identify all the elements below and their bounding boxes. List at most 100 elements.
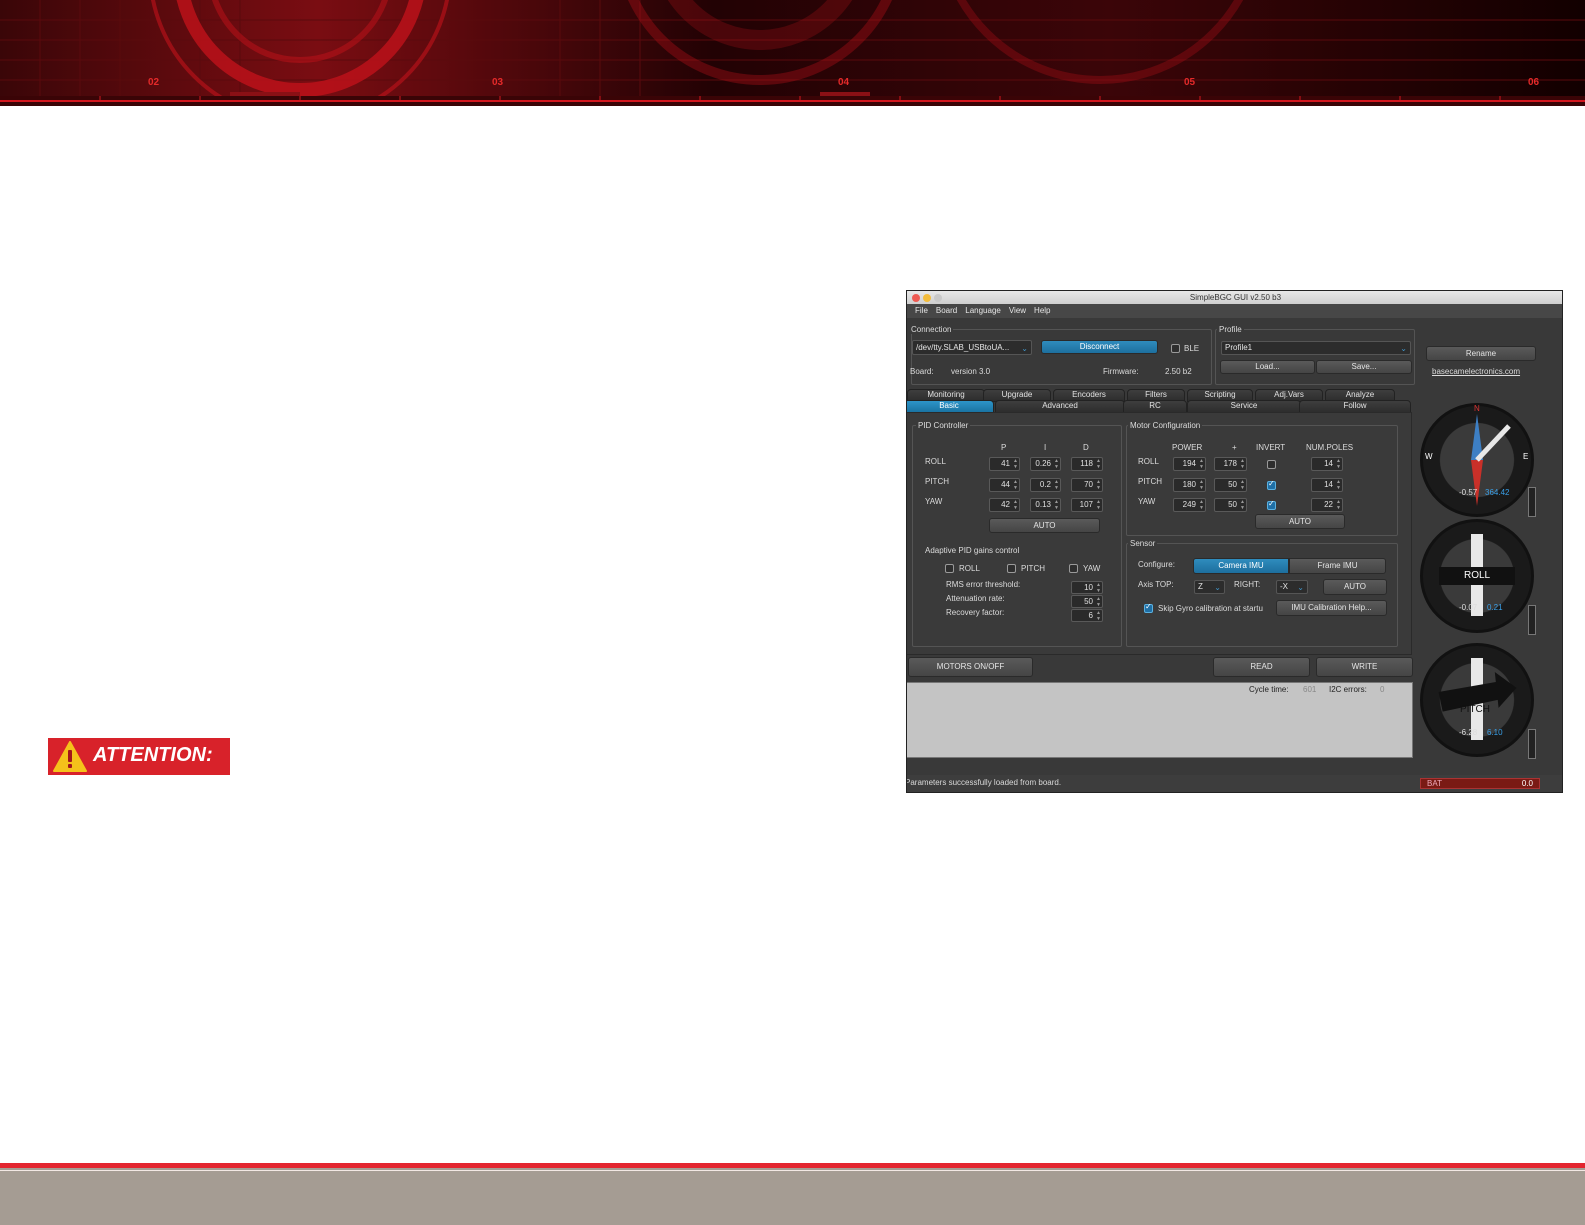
pitch-poles-spinner[interactable]: 14 ▲ ▼ xyxy=(1311,478,1343,492)
roll-power-spinner[interactable]: 194 ▲ ▼ xyxy=(1173,457,1206,471)
basecam-link[interactable]: basecamelectronics.com xyxy=(1432,367,1520,376)
adaptive-yaw-checkbox[interactable] xyxy=(1069,564,1078,573)
motors-on-off-button[interactable]: MOTORS ON/OFF xyxy=(908,657,1033,677)
pitch-power-spinner[interactable]: 180 ▲ ▼ xyxy=(1173,478,1206,492)
status-bar: Parameters successfully loaded from boar… xyxy=(907,775,1562,792)
axis-top-value: Z xyxy=(1198,582,1203,591)
roll-poles-spinner[interactable]: 14 ▲ ▼ xyxy=(1311,457,1343,471)
roll-p-spinner[interactable]: 41 ▲ ▼ xyxy=(989,457,1020,471)
roll-label: ROLL xyxy=(1464,570,1491,581)
window-title: SimpleBGC GUI v2.50 b3 xyxy=(1189,293,1282,302)
save-button[interactable]: Save... xyxy=(1316,360,1412,374)
footer-bar xyxy=(0,1163,1585,1225)
firmware-value: 2.50 b2 xyxy=(1165,367,1192,376)
roll-i-spinner[interactable]: 0.26 ▲ ▼ xyxy=(1030,457,1061,471)
right-select[interactable]: -X ⌄ xyxy=(1276,580,1308,594)
pitch-invert-checkbox[interactable] xyxy=(1267,479,1276,490)
banner-number: 06 xyxy=(1528,77,1540,88)
yaw-power-spinner[interactable]: 249 ▲ ▼ xyxy=(1173,498,1206,512)
board-value: version 3.0 xyxy=(951,367,991,376)
banner-number: 04 xyxy=(838,77,850,88)
spinner-value: 50 xyxy=(1228,480,1237,489)
yaw-d-spinner[interactable]: 107 ▲ ▼ xyxy=(1071,498,1103,512)
port-select[interactable]: /dev/tty.SLAB_USBtoUA... ⌄ xyxy=(912,340,1032,355)
menu-view[interactable]: View xyxy=(1009,306,1026,315)
recovery-spinner[interactable]: 6 ▲ ▼ xyxy=(1071,609,1103,622)
spinner-value: 50 xyxy=(1228,500,1237,509)
spinner-arrows-icon: ▲ ▼ xyxy=(1054,458,1059,470)
yaw-p-spinner[interactable]: 42 ▲ ▼ xyxy=(989,498,1020,512)
pid-header-i: I xyxy=(1044,443,1047,452)
ble-checkbox[interactable] xyxy=(1171,344,1180,353)
spinner-value: 180 xyxy=(1182,480,1196,489)
cycle-time-value: 601 xyxy=(1303,685,1317,694)
yaw-plus-spinner[interactable]: 50 ▲ ▼ xyxy=(1214,498,1247,512)
spinner-arrows-icon: ▲ ▼ xyxy=(1013,499,1018,511)
menu-board[interactable]: Board xyxy=(936,306,957,315)
recovery-label: Recovery factor: xyxy=(946,608,1005,617)
right-value: -X xyxy=(1280,582,1288,591)
roll-value-1: -0.07 xyxy=(1459,603,1478,612)
pid-row-label: YAW xyxy=(925,497,943,506)
footer-divider xyxy=(0,1170,1585,1171)
chevron-down-icon: ⌄ xyxy=(1021,344,1028,353)
motor-header-invert: INVERT xyxy=(1256,443,1286,452)
motor-header-plus: + xyxy=(1232,443,1237,452)
axis-top-select[interactable]: Z ⌄ xyxy=(1194,580,1225,594)
pid-auto-button[interactable]: AUTO xyxy=(989,518,1100,533)
write-button[interactable]: WRITE xyxy=(1316,657,1413,677)
spinner-arrows-icon: ▲ ▼ xyxy=(1336,479,1341,491)
battery-indicator: BAT 0.0 xyxy=(1420,778,1540,789)
pitch-level-bar xyxy=(1528,729,1536,759)
spinner-value: 44 xyxy=(1001,480,1010,489)
read-button[interactable]: READ xyxy=(1213,657,1310,677)
configure-label: Configure: xyxy=(1138,560,1175,569)
pid-row-label: ROLL xyxy=(925,457,946,466)
pitch-d-spinner[interactable]: 70 ▲ ▼ xyxy=(1071,478,1103,492)
spinner-value: 14 xyxy=(1324,480,1333,489)
yaw-i-spinner[interactable]: 0.13 ▲ ▼ xyxy=(1030,498,1061,512)
spinner-value: 118 xyxy=(1080,459,1093,468)
pitch-plus-spinner[interactable]: 50 ▲ ▼ xyxy=(1214,478,1247,492)
profile-select[interactable]: Profile1 ⌄ xyxy=(1221,341,1411,355)
pitch-p-spinner[interactable]: 44 ▲ ▼ xyxy=(989,478,1020,492)
skip-gyro-checkbox[interactable] xyxy=(1144,602,1153,613)
i2c-errors-value: 0 xyxy=(1380,685,1385,694)
spinner-value: 14 xyxy=(1324,459,1333,468)
spinner-arrows-icon: ▲ ▼ xyxy=(1240,458,1245,470)
roll-invert-checkbox[interactable] xyxy=(1267,460,1276,469)
motor-header-power: POWER xyxy=(1172,443,1203,452)
pid-header-p: P xyxy=(1001,443,1007,452)
rename-button[interactable]: Rename xyxy=(1426,346,1536,361)
menu-language[interactable]: Language xyxy=(965,306,1001,315)
yaw-poles-spinner[interactable]: 22 ▲ ▼ xyxy=(1311,498,1343,512)
attenuation-spinner[interactable]: 50 ▲ ▼ xyxy=(1071,595,1103,608)
connection-legend: Connection xyxy=(909,325,954,334)
spinner-arrows-icon: ▲ ▼ xyxy=(1199,479,1204,491)
adaptive-pitch-checkbox[interactable] xyxy=(1007,564,1016,573)
skip-gyro-label: Skip Gyro calibration at startu xyxy=(1158,604,1263,613)
roll-d-spinner[interactable]: 118 ▲ ▼ xyxy=(1071,457,1103,471)
battery-value: 0.0 xyxy=(1521,779,1533,788)
frame-imu-toggle[interactable]: Frame IMU xyxy=(1289,558,1386,574)
roll-value-2: 0.21 xyxy=(1487,603,1503,612)
motor-auto-button[interactable]: AUTO xyxy=(1255,514,1345,529)
load-button[interactable]: Load... xyxy=(1220,360,1315,374)
disconnect-button[interactable]: Disconnect xyxy=(1041,340,1158,354)
spinner-arrows-icon: ▲ ▼ xyxy=(1013,458,1018,470)
pitch-i-spinner[interactable]: 0.2 ▲ ▼ xyxy=(1030,478,1061,492)
yaw-invert-checkbox[interactable] xyxy=(1267,499,1276,510)
title-bar: SimpleBGC GUI v2.50 b3 xyxy=(907,291,1562,304)
roll-plus-spinner[interactable]: 178 ▲ ▼ xyxy=(1214,457,1247,471)
menu-help[interactable]: Help xyxy=(1034,306,1050,315)
sensor-auto-button[interactable]: AUTO xyxy=(1323,579,1387,595)
rms-label: RMS error threshold: xyxy=(946,580,1021,589)
rms-spinner[interactable]: 10 ▲ ▼ xyxy=(1071,581,1103,594)
camera-imu-toggle[interactable]: Camera IMU xyxy=(1193,558,1289,574)
menu-file[interactable]: File xyxy=(915,306,928,315)
imu-help-button[interactable]: IMU Calibration Help... xyxy=(1276,600,1387,616)
axis-top-label: Axis TOP: xyxy=(1138,580,1174,589)
pid-header-d: D xyxy=(1083,443,1089,452)
motor-row-label: ROLL xyxy=(1138,457,1159,466)
adaptive-roll-checkbox[interactable] xyxy=(945,564,954,573)
